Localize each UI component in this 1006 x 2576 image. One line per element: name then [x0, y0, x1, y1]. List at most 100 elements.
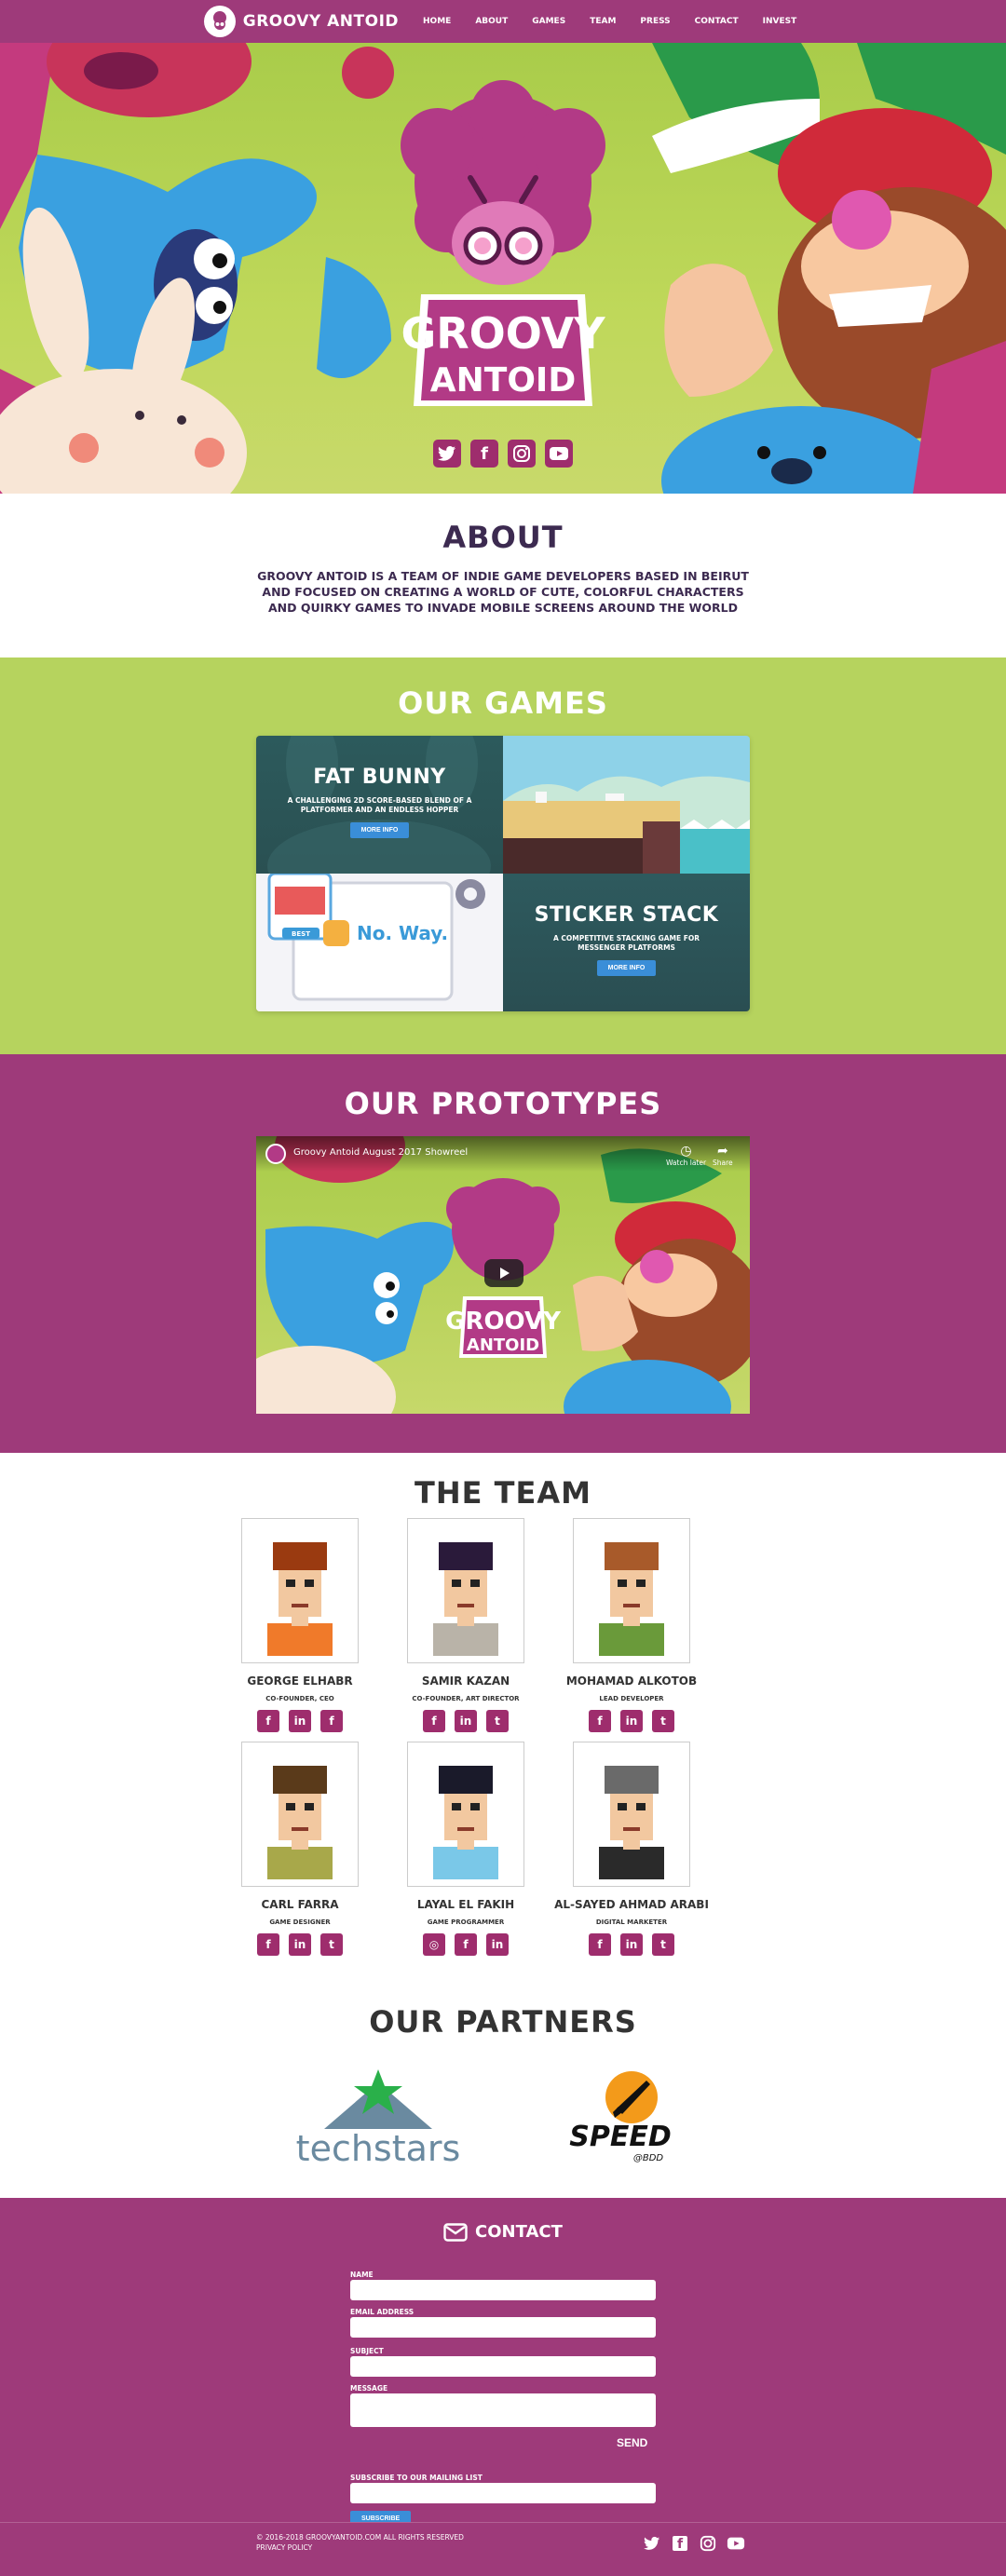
twitter-icon[interactable] — [643, 2534, 661, 2553]
game-description: A COMPETITIVE STACKING GAME FOR MESSENGE… — [552, 934, 700, 952]
best-tag: BEST — [292, 930, 310, 938]
hero-artwork: GROOVY ANTOID — [0, 43, 1006, 494]
instagram-icon[interactable] — [508, 440, 536, 468]
member-portrait — [407, 1742, 524, 1887]
top-nav: GROOVY ANTOID HOME ABOUT GAMES TEAM PRES… — [0, 0, 1006, 43]
nav-invest[interactable]: INVEST — [763, 17, 797, 26]
games-title: OUR GAMES — [398, 685, 608, 721]
footer: © 2016-2018 GROOVYANTOID.COM ALL RIGHTS … — [0, 2522, 1006, 2576]
linkedin-icon[interactable]: in — [486, 1933, 509, 1956]
facebook-icon[interactable]: f — [257, 1710, 279, 1732]
hero-banner: GROOVY ANTOID f — [0, 43, 1006, 494]
speed-wordmark: SPEED — [569, 2121, 671, 2153]
watch-later-button[interactable]: ◷ Watch later — [666, 1144, 706, 1167]
twitter-icon[interactable]: t — [486, 1710, 509, 1732]
twitter-icon[interactable]: t — [652, 1710, 674, 1732]
game-card-fat-bunny[interactable]: FAT BUNNY A CHALLENGING 2D SCORE-BASED B… — [256, 736, 503, 874]
hero-logo-line1: GROOVY — [401, 308, 605, 359]
channel-avatar[interactable] — [265, 1144, 286, 1164]
facebook-icon[interactable]: f — [455, 1933, 477, 1956]
about-section: ABOUT GROOVY ANTOID IS A TEAM OF INDIE G… — [0, 494, 1006, 658]
speed-logo[interactable]: SPEED @BDD — [564, 2068, 686, 2164]
techstars-logo[interactable]: techstars — [296, 2064, 460, 2169]
team-member-card: SAMIR KAZAN CO-FOUNDER, ART DIRECTOR f in t — [382, 1518, 550, 1732]
youtube-icon[interactable] — [545, 440, 573, 468]
linkedin-icon[interactable]: in — [620, 1710, 643, 1732]
member-name: AL-SAYED AHMAD ARABI — [554, 1898, 709, 1911]
twitter-icon[interactable]: t — [320, 1933, 343, 1956]
team-member-card: MOHAMAD ALKOTOB LEAD DEVELOPER f in t — [548, 1518, 715, 1732]
play-button[interactable] — [484, 1259, 523, 1287]
nav-press[interactable]: PRESS — [640, 17, 670, 26]
linkedin-icon[interactable]: in — [289, 1710, 311, 1732]
share-label: Share — [713, 1159, 733, 1167]
prototypes-title: OUR PROTOTYPES — [344, 1086, 662, 1121]
linkedin-icon[interactable]: in — [289, 1933, 311, 1956]
facebook-icon[interactable]: f — [589, 1710, 611, 1732]
hero-logo-line2: ANTOID — [430, 361, 576, 400]
email-label: EMAIL ADDRESS — [350, 2308, 415, 2316]
subscribe-email-field[interactable] — [350, 2483, 656, 2503]
facebook-icon[interactable]: f — [470, 440, 498, 468]
games-section: OUR GAMES FAT BUNNY A CHALLENGING 2D SCO… — [0, 658, 1006, 1054]
name-field[interactable] — [350, 2280, 656, 2300]
subject-label: SUBJECT — [350, 2347, 384, 2355]
member-portrait — [241, 1518, 359, 1663]
envelope-icon — [443, 2222, 468, 2242]
game-title: FAT BUNNY — [313, 766, 446, 789]
site-logo[interactable]: GROOVY ANTOID — [203, 6, 399, 37]
partners-section: OUR PARTNERS techstars SPEED @BDD — [0, 1974, 1006, 2198]
video-title[interactable]: Groovy Antoid August 2017 Showreel — [293, 1147, 468, 1158]
twitter-icon[interactable] — [433, 440, 461, 468]
member-portrait — [573, 1518, 690, 1663]
twitter-icon[interactable]: t — [652, 1933, 674, 1956]
facebook-icon[interactable]: f — [257, 1933, 279, 1956]
linkedin-icon[interactable]: in — [455, 1710, 477, 1732]
send-button[interactable]: SEND — [617, 2436, 647, 2449]
contact-heading: CONTACT — [0, 2222, 1006, 2242]
team-title: THE TEAM — [415, 1475, 591, 1511]
share-button[interactable]: ➦ Share — [713, 1144, 733, 1167]
team-member-card: LAYAL EL FAKIH GAME PROGRAMMER ◎ f in — [382, 1742, 550, 1956]
play-icon — [500, 1268, 510, 1279]
facebook-icon[interactable]: f — [423, 1710, 445, 1732]
member-name: MOHAMAD ALKOTOB — [565, 1674, 698, 1688]
youtube-video-embed[interactable]: GROOVY ANTOID Groovy Antoid August 2017 … — [256, 1136, 750, 1414]
nav-about[interactable]: ABOUT — [475, 17, 508, 26]
privacy-policy-link[interactable]: PRIVACY POLICY — [256, 2542, 464, 2553]
name-label: NAME — [350, 2271, 374, 2279]
facebook-icon[interactable]: f — [589, 1933, 611, 1956]
nav-contact[interactable]: CONTACT — [695, 17, 739, 26]
instagram-icon[interactable] — [699, 2534, 717, 2553]
nav-games[interactable]: GAMES — [532, 17, 565, 26]
facebook-icon[interactable]: f — [320, 1710, 343, 1732]
member-role: GAME PROGRAMMER — [427, 1918, 505, 1926]
member-role: GAME DESIGNER — [269, 1918, 331, 1926]
copyright-text: © 2016-2018 GROOVYANTOID.COM ALL RIGHTS … — [256, 2533, 464, 2542]
member-social-links: f in t — [548, 1933, 715, 1956]
team-member-card: AL-SAYED AHMAD ARABI DIGITAL MARKETER f in t — [548, 1742, 715, 1956]
youtube-icon[interactable] — [727, 2534, 745, 2553]
contact-title: CONTACT — [475, 2222, 563, 2242]
more-info-button[interactable]: MORE INFO — [349, 822, 410, 838]
nav-home[interactable]: HOME — [423, 17, 451, 26]
about-title: ABOUT — [442, 520, 564, 555]
more-info-button[interactable]: MORE INFO — [596, 960, 657, 976]
member-social-links: f in t — [382, 1710, 550, 1732]
game-card-sticker-stack[interactable]: STICKER STACK A COMPETITIVE STACKING GAM… — [503, 874, 750, 1011]
facebook-icon[interactable]: f — [671, 2534, 689, 2553]
techstars-wordmark: techstars — [296, 2128, 460, 2166]
message-field[interactable] — [350, 2393, 656, 2427]
linkedin-icon[interactable]: in — [620, 1933, 643, 1956]
email-field[interactable] — [350, 2317, 656, 2338]
member-portrait — [573, 1742, 690, 1887]
share-icon: ➦ — [716, 1144, 728, 1159]
member-social-links: f in t — [548, 1710, 715, 1732]
member-portrait — [241, 1742, 359, 1887]
subject-field[interactable] — [350, 2356, 656, 2377]
prototypes-section: OUR PROTOTYPES GROOVY ANTOID Groovy Anto… — [0, 1054, 1006, 1453]
game-screenshot-platformer — [503, 736, 750, 874]
team-member-card: CARL FARRA GAME DESIGNER f in t — [216, 1742, 384, 1956]
nav-team[interactable]: TEAM — [590, 17, 616, 26]
instagram-icon[interactable]: ◎ — [423, 1933, 445, 1956]
